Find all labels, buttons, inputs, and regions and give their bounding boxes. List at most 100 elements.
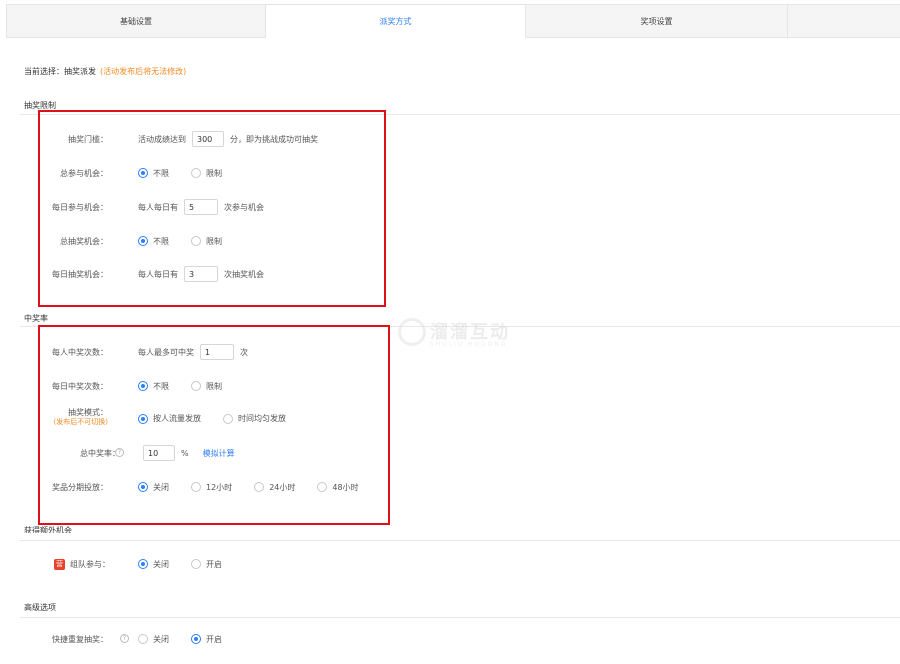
team-on-radio[interactable]: 开启	[191, 559, 222, 570]
row-lottery-threshold: 抽奖门槛： 活动成绩达到 300 分，即为挑战成功可抽奖	[0, 130, 900, 148]
row-team-join: 营 组队参与： 关闭 开启	[0, 555, 900, 573]
tab-empty	[788, 4, 900, 37]
daily-win-label: 每日中奖次数：	[52, 381, 108, 391]
radio-unchecked-icon	[138, 634, 148, 644]
section-title-advanced: 高级选项	[24, 603, 56, 612]
radio-label: 24小时	[269, 482, 296, 492]
radio-label: 关闭	[153, 559, 169, 569]
threshold-input[interactable]: 300	[192, 131, 224, 147]
threshold-prefix: 活动成绩达到	[138, 134, 186, 144]
radio-label: 关闭	[153, 634, 169, 644]
radio-unchecked-icon	[254, 482, 265, 492]
threshold-suffix: 分，即为挑战成功可抽奖	[230, 134, 318, 144]
marketing-badge-icon: 营	[54, 558, 65, 570]
daily-win-limited-radio[interactable]: 限制	[191, 381, 222, 392]
radio-label: 开启	[206, 559, 222, 569]
radio-unchecked-icon	[191, 381, 201, 391]
daily-win-unlimited-radio[interactable]: 不限	[138, 381, 169, 392]
threshold-label: 抽奖门槛：	[68, 134, 108, 144]
daily-chance-label: 每日参与机会：	[52, 202, 108, 212]
daily-draw-label: 每日抽奖机会：	[52, 269, 108, 279]
watermark-logo-icon	[398, 318, 426, 346]
quick-redraw-on-radio[interactable]: 开启	[191, 634, 222, 645]
staging-24h-radio[interactable]: 24小时	[254, 482, 295, 493]
radio-label: 关闭	[153, 482, 169, 492]
row-prize-staging: 奖品分期投放： 关闭 12小时 24小时 48小时	[0, 478, 900, 496]
radio-label: 限制	[206, 236, 222, 246]
team-join-label: 组队参与：	[70, 559, 110, 569]
section-title-extra: 获得额外机会	[24, 526, 72, 533]
watermark-text: 溜溜互动	[430, 322, 510, 343]
per-person-win-label: 每人中奖次数：	[52, 347, 108, 357]
row-total-rate: 总中奖率： ? 10 % 模拟计算	[0, 444, 900, 462]
radio-label: 时间均匀发放	[238, 414, 286, 423]
daily-chance-input[interactable]: 5	[184, 199, 218, 215]
staging-off-radio[interactable]: 关闭	[138, 482, 169, 493]
radio-checked-icon	[138, 559, 148, 569]
radio-label: 不限	[153, 236, 169, 246]
row-total-chance: 总参与机会： 不限 限制	[0, 164, 900, 182]
total-draw-label: 总抽奖机会：	[60, 236, 108, 246]
current-selection-hint: (活动发布后将无法修改)	[100, 67, 187, 76]
radio-checked-icon	[191, 634, 201, 644]
mode-by-time-radio[interactable]: 时间均匀发放	[223, 413, 286, 424]
help-icon[interactable]: ?	[120, 634, 129, 643]
radio-unchecked-icon	[191, 236, 201, 246]
row-daily-draw: 每日抽奖机会： 每人每日有 3 次抽奖机会	[0, 265, 900, 283]
daily-draw-input[interactable]: 3	[184, 266, 218, 282]
simulate-calc-link[interactable]: 模拟计算	[203, 448, 235, 459]
total-chance-unlimited-radio[interactable]: 不限	[138, 168, 169, 179]
row-total-draw: 总抽奖机会： 不限 限制	[0, 232, 900, 250]
team-off-radio[interactable]: 关闭	[138, 559, 169, 570]
tab-prize-settings[interactable]: 奖项设置	[526, 4, 788, 37]
row-daily-chance: 每日参与机会： 每人每日有 5 次参与机会	[0, 198, 900, 216]
radio-checked-icon	[138, 236, 148, 246]
row-per-person-win: 每人中奖次数： 每人最多可中奖 1 次	[0, 343, 900, 361]
radio-label: 12小时	[206, 482, 233, 492]
radio-checked-icon	[138, 381, 148, 391]
section-title-win-rate: 中奖率	[24, 314, 48, 323]
quick-redraw-off-radio[interactable]: 关闭	[138, 634, 169, 645]
radio-checked-icon	[138, 482, 148, 492]
mode-by-traffic-radio[interactable]: 按人流量发放	[138, 413, 201, 424]
radio-unchecked-icon	[191, 559, 201, 569]
divider	[20, 114, 900, 115]
total-chance-limited-radio[interactable]: 限制	[191, 168, 222, 179]
radio-label: 48小时	[332, 482, 359, 492]
radio-unchecked-icon	[223, 413, 233, 424]
quick-redraw-label: 快捷重复抽奖：	[52, 634, 108, 644]
total-rate-unit: %	[181, 448, 189, 458]
radio-label: 开启	[206, 634, 222, 644]
current-selection: 当前选择：抽奖派发 (活动发布后将无法修改)	[24, 66, 186, 77]
radio-label: 按人流量发放	[153, 414, 201, 423]
total-rate-label: 总中奖率：	[80, 448, 120, 458]
current-selection-label: 当前选择：抽奖派发	[24, 67, 96, 76]
radio-checked-icon	[138, 168, 148, 178]
daily-chance-prefix: 每人每日有	[138, 202, 178, 212]
tab-basic-settings[interactable]: 基础设置	[6, 4, 266, 37]
staging-48h-radio[interactable]: 48小时	[317, 482, 359, 493]
divider	[20, 540, 900, 541]
staging-12h-radio[interactable]: 12小时	[191, 482, 232, 493]
tab-bar: 基础设置 派奖方式 奖项设置	[6, 4, 900, 38]
daily-draw-suffix: 次抽奖机会	[224, 269, 264, 279]
per-person-win-prefix: 每人最多可中奖	[138, 347, 194, 357]
row-quick-redraw: 快捷重复抽奖： ? 关闭 开启	[0, 630, 900, 648]
divider	[20, 326, 900, 327]
row-daily-win: 每日中奖次数： 不限 限制	[0, 377, 900, 395]
help-icon[interactable]: ?	[115, 448, 124, 457]
total-draw-unlimited-radio[interactable]: 不限	[138, 236, 169, 247]
total-draw-limited-radio[interactable]: 限制	[191, 236, 222, 247]
radio-label: 限制	[206, 381, 222, 391]
lottery-mode-sub: (发布后不可切换)	[53, 418, 108, 426]
radio-unchecked-icon	[191, 168, 201, 178]
per-person-win-input[interactable]: 1	[200, 344, 234, 360]
radio-unchecked-icon	[317, 482, 328, 492]
radio-label: 不限	[153, 168, 169, 178]
tab-prize-method[interactable]: 派奖方式	[266, 4, 526, 38]
radio-label: 限制	[206, 168, 222, 178]
total-rate-input[interactable]: 10	[143, 445, 175, 461]
radio-checked-icon	[138, 413, 148, 424]
row-lottery-mode: 抽奖模式： (发布后不可切换) 按人流量发放 时间均匀发放	[0, 405, 900, 435]
daily-draw-prefix: 每人每日有	[138, 269, 178, 279]
